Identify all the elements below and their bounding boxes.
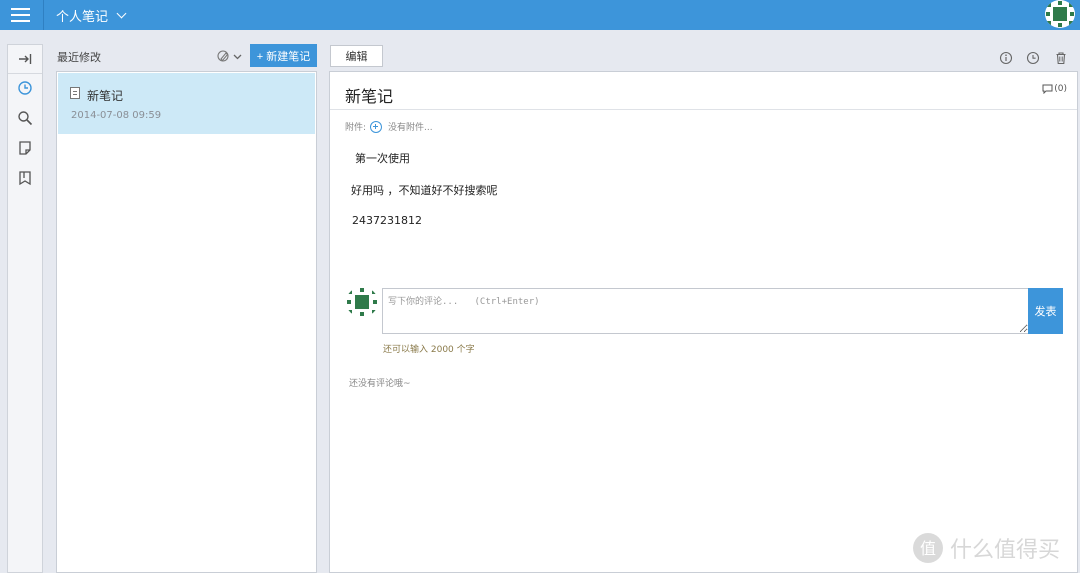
no-attachments-text: 没有附件... (388, 123, 433, 133)
editor-divider (330, 109, 1077, 110)
new-note-button[interactable]: + 新建笔记 (250, 44, 317, 67)
post-comment-button[interactable]: 发表 (1028, 288, 1063, 334)
chevron-down-icon (233, 54, 242, 59)
notebook-title: 个人笔记 (56, 10, 109, 25)
note-item-title: 新笔记 (87, 89, 124, 103)
notebook-selector[interactable]: 个人笔记 (56, 6, 127, 25)
search-icon[interactable] (8, 104, 42, 132)
trash-icon[interactable] (1054, 51, 1068, 65)
comment-count-value: (0) (1054, 84, 1067, 94)
watermark-logo: 值 (913, 533, 943, 563)
pen-icon (217, 50, 229, 62)
clock-icon[interactable] (8, 74, 42, 102)
top-divider (43, 0, 44, 30)
comment-input[interactable] (382, 288, 1029, 334)
info-icon[interactable] (999, 51, 1013, 65)
note-icon[interactable] (8, 134, 42, 162)
note-body-line[interactable]: 第一次使用 (355, 150, 410, 166)
svg-text:值: 值 (920, 539, 936, 558)
bookmark-icon[interactable] (8, 164, 42, 192)
add-attachment-icon[interactable] (370, 120, 383, 133)
edit-button[interactable]: 编辑 (330, 45, 383, 67)
note-item-date: 2014-07-08 09:59 (71, 110, 162, 121)
chevron-down-icon (116, 8, 127, 19)
watermark: 值 什么值得买 (912, 530, 1072, 566)
note-title[interactable]: 新笔记 (345, 83, 393, 107)
expand-icon[interactable] (8, 45, 42, 73)
user-avatar[interactable] (1045, 0, 1075, 28)
sort-button[interactable] (217, 48, 245, 64)
commenter-avatar (346, 287, 378, 317)
attachments-label: 附件: (345, 123, 367, 133)
history-icon[interactable] (1026, 51, 1040, 65)
note-body-line[interactable]: 2437231812 (352, 214, 422, 227)
note-body-line[interactable]: 好用吗 ，不知道好不好搜索呢 (351, 182, 498, 198)
empty-comments-text: 还没有评论哦~ (349, 379, 411, 389)
nav-rail (7, 44, 43, 573)
attachments-row: 附件: 没有附件... (345, 120, 433, 133)
char-limit-text: 还可以输入 2000 个字 (383, 345, 475, 355)
document-icon (70, 87, 80, 99)
list-item[interactable]: 新笔记 2014-07-08 09:59 (58, 73, 315, 134)
list-heading: 最近修改 (57, 51, 101, 64)
menu-icon[interactable] (0, 0, 40, 30)
note-editor: 新笔记 (0) 附件: 没有附件... 第一次使用 好用吗 ，不知道好不好搜索呢… (329, 71, 1078, 573)
list-header: 最近修改 + 新建笔记 (57, 44, 317, 68)
top-bar: 个人笔记 (0, 0, 1080, 30)
watermark-text: 什么值得买 (950, 538, 1061, 563)
comment-icon (1042, 84, 1053, 94)
comment-count[interactable]: (0) (1042, 84, 1067, 94)
note-list: 新笔记 2014-07-08 09:59 (56, 71, 317, 573)
